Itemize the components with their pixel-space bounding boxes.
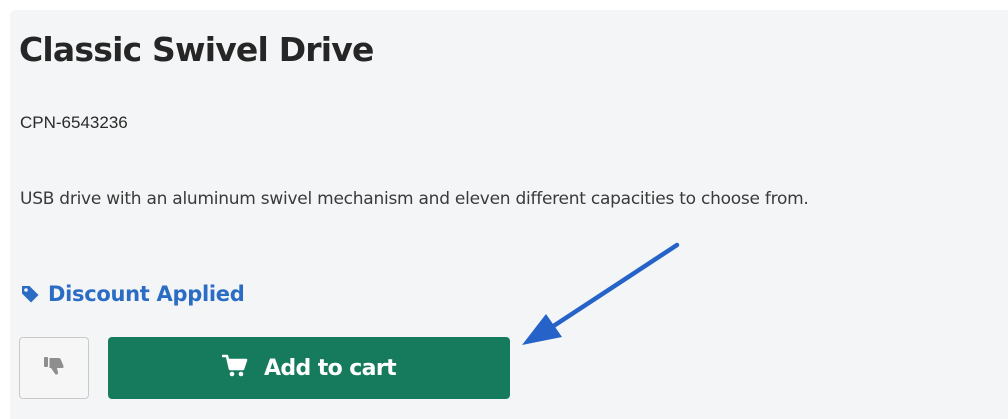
discount-badge: Discount Applied [20,282,245,306]
dislike-button[interactable] [19,337,89,399]
product-description: USB drive with an aluminum swivel mechan… [20,189,809,209]
add-to-cart-label: Add to cart [263,355,397,381]
product-title: Classic Swivel Drive [19,30,374,69]
tag-icon [20,284,40,304]
shopping-cart-icon [221,354,248,383]
add-to-cart-button[interactable]: Add to cart [108,337,510,399]
thumbs-down-icon [43,356,65,381]
product-cpn: CPN-6543236 [20,113,128,132]
discount-label: Discount Applied [48,282,245,306]
